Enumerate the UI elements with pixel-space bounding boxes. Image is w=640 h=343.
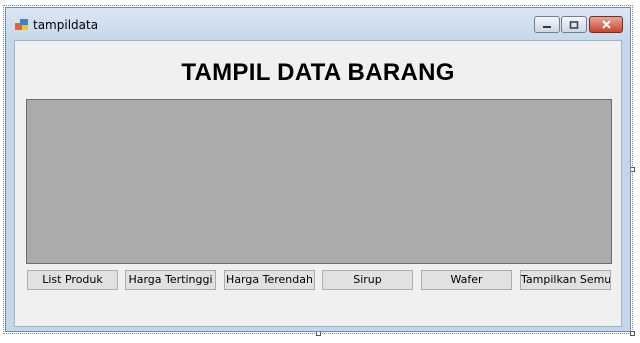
window-title: tampildata — [33, 18, 99, 32]
harga-tertinggi-button[interactable]: Harga Tertinggi — [125, 270, 216, 290]
close-button[interactable] — [589, 16, 623, 33]
form-icon — [15, 19, 28, 30]
form-window: tampildata TAMPIL DATA BARANG List Produ… — [5, 7, 631, 332]
list-produk-button[interactable]: List Produk — [27, 270, 118, 290]
tampilkan-semua-button[interactable]: Tampilkan Semua — [520, 270, 611, 290]
form-heading: TAMPIL DATA BARANG — [181, 59, 455, 86]
minimize-icon — [543, 25, 551, 28]
close-icon — [601, 20, 611, 29]
minimize-button[interactable] — [534, 16, 560, 33]
harga-terendah-button[interactable]: Harga Terendah — [224, 270, 315, 290]
sirup-button[interactable]: Sirup — [322, 270, 413, 290]
maximize-button[interactable] — [561, 16, 587, 33]
wafer-button[interactable]: Wafer — [421, 270, 512, 290]
title-bar[interactable]: tampildata — [6, 8, 630, 40]
data-grid-view[interactable] — [26, 99, 612, 264]
maximize-icon — [569, 20, 579, 29]
form-client-area: TAMPIL DATA BARANG List Produk Harga Ter… — [14, 40, 622, 327]
